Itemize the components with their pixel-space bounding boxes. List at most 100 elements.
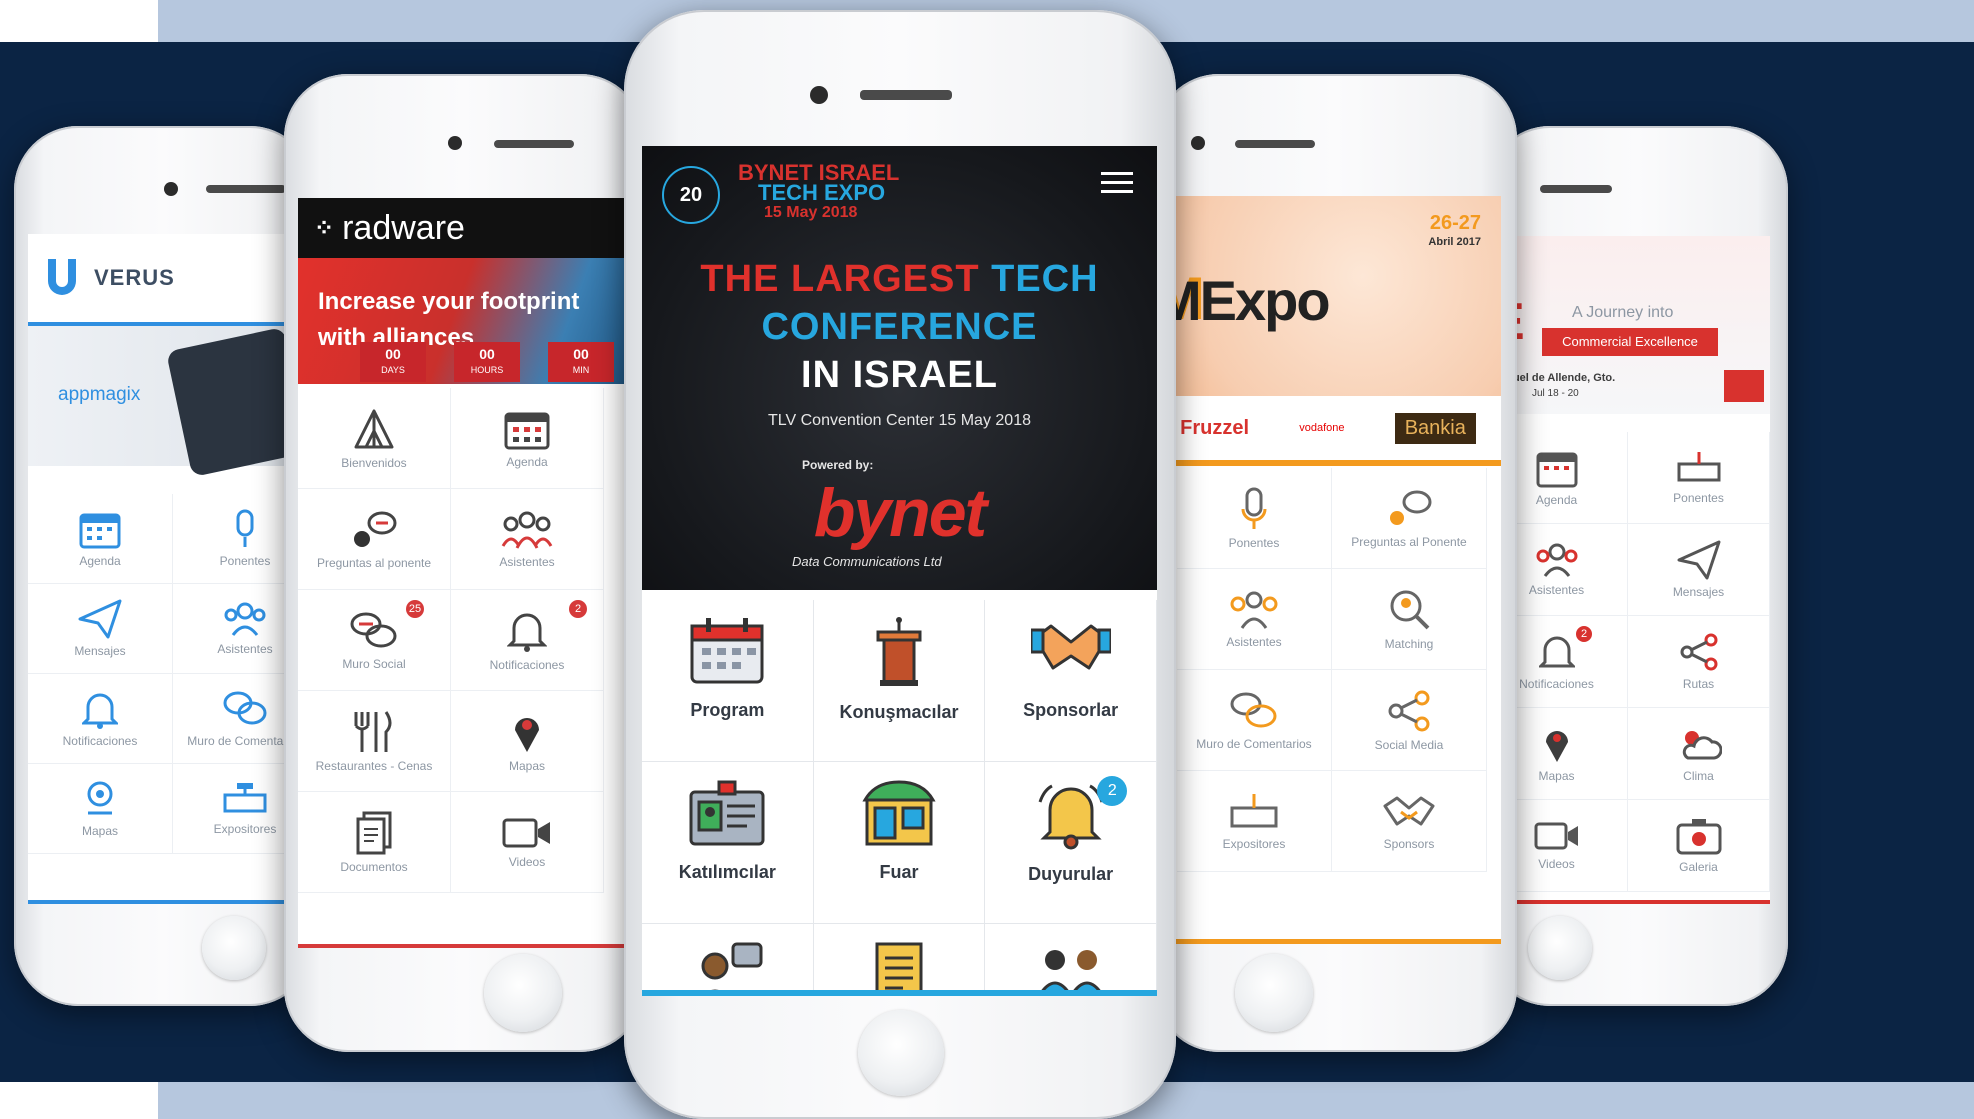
menu-item-label: Mapas (508, 758, 546, 773)
notification-badge: 25 (406, 600, 424, 618)
map-pin-icon (87, 781, 113, 815)
menu-item-mapas[interactable]: Mapas (28, 764, 173, 854)
id-badge-icon (689, 780, 765, 846)
menu-item-label: Notificaciones (489, 657, 565, 672)
countdown-hours: 00 HOURS (454, 342, 520, 382)
menu-item-ponentes[interactable]: Ponentes (1628, 432, 1770, 524)
phone-omexpo: M MExpo 26-27 Abril 2017 Fruzzel vodafon… (1155, 74, 1517, 1052)
menu-item-social-media[interactable]: Social Media (1332, 670, 1487, 771)
menu-item-matching[interactable]: Matching (1332, 569, 1487, 670)
speaker-grille (1235, 140, 1315, 148)
chat-bubbles-icon (1230, 692, 1277, 727)
countdown-unit: MIN (572, 365, 590, 375)
menu-item-agenda[interactable]: Agenda (28, 494, 173, 584)
menu-item-label: Mapas (81, 824, 119, 838)
home-button[interactable] (858, 1010, 944, 1096)
hero-powered-by: Powered by: (802, 458, 874, 472)
notification-badge: 2 (1576, 626, 1592, 642)
omexpo-sponsor-strip: Fruzzel vodafone Bankia (1155, 396, 1501, 466)
bynet-event-logo: 20 BYNET ISRAEL TECH EXPO 15 May 2018 (662, 160, 899, 226)
omexpo-bottom-bar (1155, 939, 1501, 944)
menu-item-asistentes[interactable]: Asistentes (1177, 569, 1332, 670)
menu-item-duyurular[interactable]: 2 Duyurular (985, 762, 1157, 924)
question-chat-icon (354, 511, 397, 547)
menu-item-bienvenidos[interactable]: Bienvenidos (298, 388, 451, 489)
commercial-bottom-bar (1486, 900, 1770, 904)
menu-item-notificaciones[interactable]: 2 Notificaciones (451, 590, 604, 691)
menu-item-notificaciones[interactable]: Notificaciones (28, 674, 173, 764)
front-camera (810, 86, 828, 104)
menu-item-documentos[interactable]: Documentos (298, 792, 451, 893)
menu-item-label: Sponsorlar (1023, 700, 1119, 720)
bynet-menu-grid: Program Konuşmacılar Sponsorlar Katılımc… (642, 600, 1157, 996)
menu-item-program[interactable]: Program (642, 600, 814, 762)
menu-item-konusmacilar[interactable]: Konuşmacılar (813, 600, 986, 762)
radware-logo-icon: ⁘ (314, 214, 335, 242)
menu-item-meeting[interactable] (985, 924, 1157, 996)
menu-item-asistentes[interactable]: Asistentes (451, 489, 604, 590)
verus-menu-grid: Agenda Ponentes Mensajes Asistentes Noti… (28, 494, 314, 854)
menu-item-katilimcilar[interactable]: Katılımcılar (642, 762, 814, 924)
radware-menu-grid: Bienvenidos Agenda Preguntas al ponente … (298, 388, 604, 893)
people-icon (501, 511, 553, 549)
event-logo-date: 15 May 2018 (764, 204, 858, 221)
hero-headline-line3: IN ISRAEL (801, 354, 998, 396)
hamburger-menu-icon[interactable] (1101, 172, 1133, 194)
home-button[interactable] (1528, 916, 1592, 980)
countdown-value: 00 (573, 346, 589, 362)
countdown-value: 00 (479, 346, 495, 362)
menu-item-label: Matching (1384, 636, 1434, 651)
bell-icon (82, 693, 118, 729)
menu-item-fuar[interactable]: Fuar (813, 762, 986, 924)
countdown-days: 00 DAYS (360, 342, 426, 382)
menu-item-muro-social[interactable]: 25 Muro Social (298, 590, 451, 691)
menu-item-label: Agenda (506, 454, 548, 469)
chat-bubbles-icon (350, 612, 397, 647)
screen-bynet: 20 BYNET ISRAEL TECH EXPO 15 May 2018 TH… (642, 146, 1157, 996)
menu-item-videos[interactable]: Videos (451, 792, 604, 893)
sponsor-fruzzel: Fruzzel (1180, 416, 1250, 439)
menu-item-person-chat[interactable] (642, 924, 814, 996)
handshake-icon (1030, 624, 1111, 670)
verus-bottom-bar (28, 900, 314, 904)
menu-item-muro-de-comentarios[interactable]: Muro de Comentarios (1177, 670, 1332, 771)
menu-item-rutas[interactable]: Rutas (1628, 616, 1770, 708)
share-icon (1680, 633, 1717, 671)
commercial-cta-banner: Commercial Excellence (1542, 328, 1718, 356)
menu-item-label: Fuar (879, 862, 919, 882)
commercial-cta-text: Commercial Excellence (1562, 334, 1698, 349)
phone-commercial-excellence: E A Journey into Commercial Excellence M… (1486, 126, 1788, 1006)
home-button[interactable] (1235, 954, 1313, 1032)
home-button[interactable] (202, 916, 266, 980)
menu-item-expositores[interactable]: Expositores (1177, 771, 1332, 872)
menu-item-preguntas-al-ponente[interactable]: Preguntas al Ponente (1332, 468, 1487, 569)
menu-item-agenda[interactable]: Agenda (451, 388, 604, 489)
menu-item-label: Preguntas al Ponente (1351, 534, 1467, 549)
omexpo-dates: 26-27 (1429, 212, 1481, 234)
menu-item-galeria[interactable]: Galeria (1628, 800, 1770, 892)
sponsor-bankia: Bankia (1394, 412, 1476, 444)
person-chat-icon (701, 942, 763, 996)
countdown-unit: DAYS (381, 365, 405, 375)
menu-item-mensajes[interactable]: Mensajes (28, 584, 173, 674)
share-icon (1388, 690, 1430, 731)
home-button[interactable] (484, 954, 562, 1032)
commercial-date-badge (1724, 370, 1764, 402)
menu-item-label: Ponentes (219, 554, 271, 568)
menu-item-label: Sponsors (1383, 836, 1435, 851)
hero-venue: TLV Convention Center 15 May 2018 (768, 412, 1031, 429)
menu-item-mensajes[interactable]: Mensajes (1628, 524, 1770, 616)
menu-item-clima[interactable]: Clima (1628, 708, 1770, 800)
bell-icon (1538, 636, 1575, 668)
menu-item-restaurantes-cenas[interactable]: Restaurantes - Cenas (298, 691, 451, 792)
verus-logo-icon (48, 259, 76, 295)
menu-item-label: Clima (1683, 769, 1714, 783)
menu-item-mapas[interactable]: Mapas (451, 691, 604, 792)
menu-item-sponsors[interactable]: Sponsors (1332, 771, 1487, 872)
menu-item-label: Notificaciones (62, 734, 138, 748)
menu-item-document[interactable] (814, 924, 986, 996)
hero-headline-largest: THE LARGEST (700, 258, 980, 300)
menu-item-preguntas-al-ponente[interactable]: Preguntas al ponente (298, 489, 451, 590)
menu-item-ponentes[interactable]: Ponentes (1177, 468, 1332, 569)
menu-item-sponsorlar[interactable]: Sponsorlar (985, 600, 1157, 762)
